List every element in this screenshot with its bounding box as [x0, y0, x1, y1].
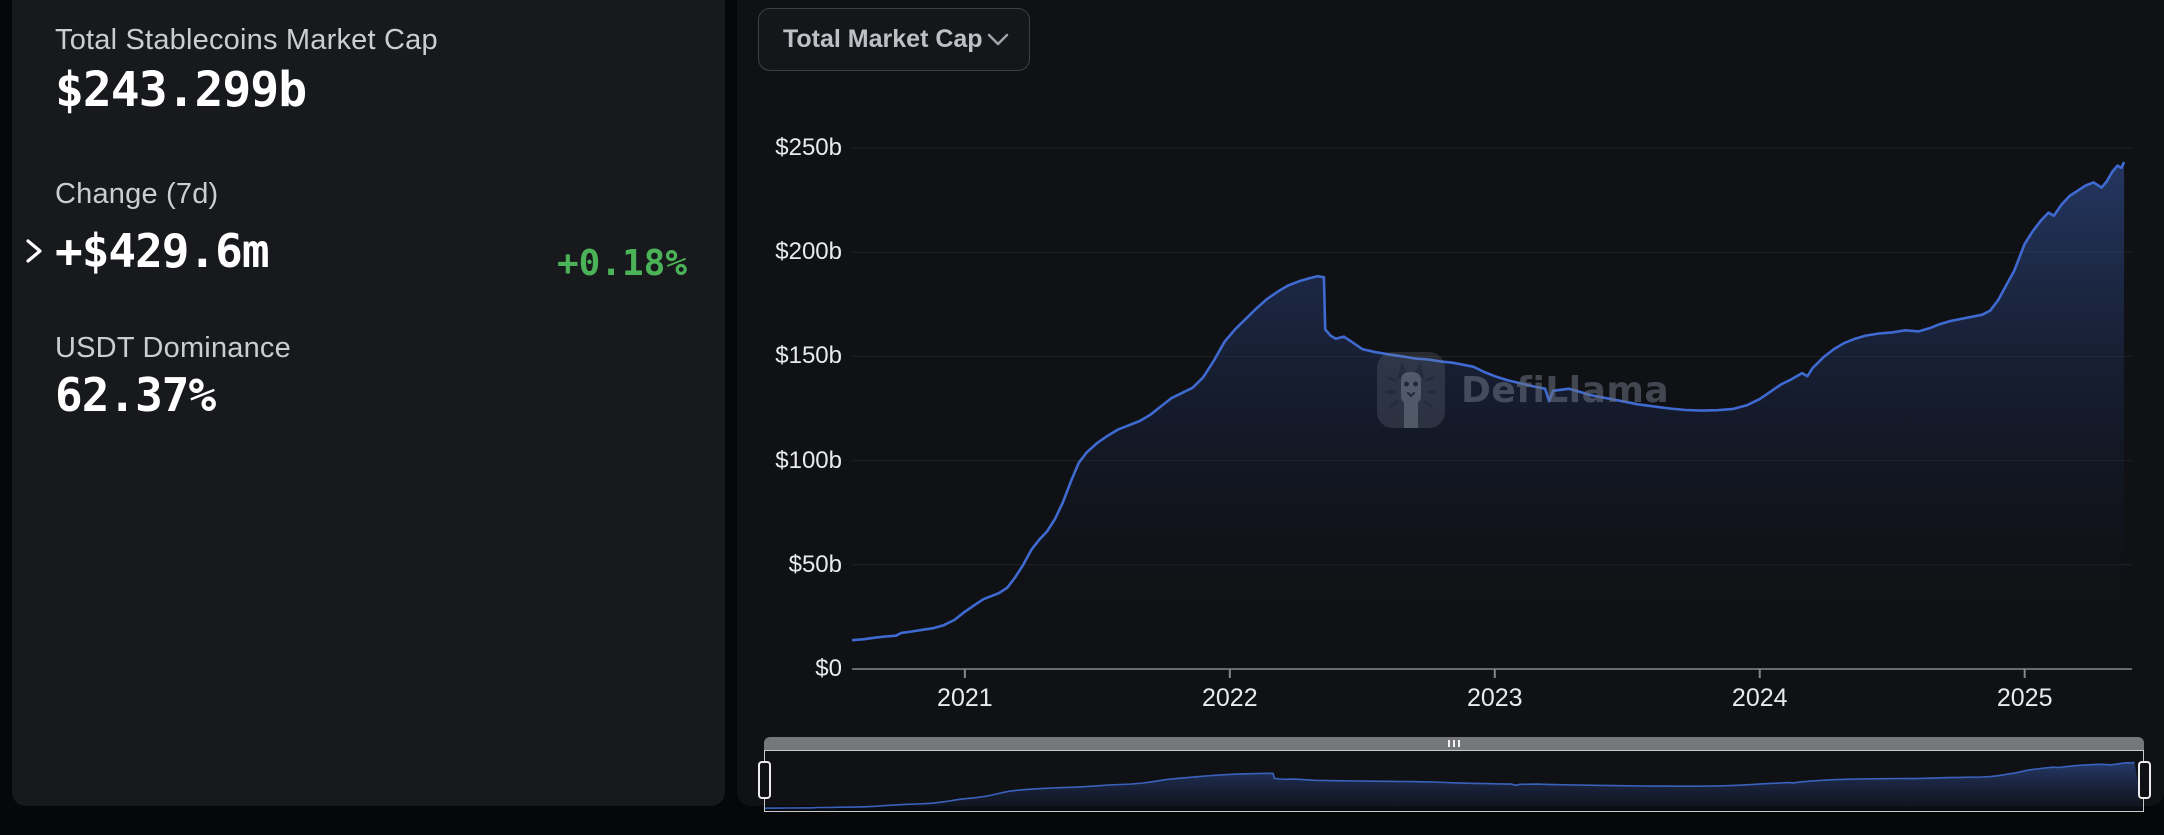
market-cap-chart-panel: Total Market Cap $0 $50b $100b $150b $200b $2… — [737, 0, 2164, 806]
market-cap-label: Total Stablecoins Market Cap — [55, 24, 438, 57]
brush-drag-bar[interactable] — [764, 737, 2144, 750]
x-axis-label: 2024 — [1715, 684, 1805, 713]
brush-handle-left[interactable] — [758, 761, 771, 799]
usdt-dominance-value: 62.37% — [55, 368, 215, 422]
brush-minimap[interactable] — [764, 750, 2144, 812]
brush-grip-icon — [1448, 740, 1460, 747]
brush-handle-right[interactable] — [2138, 761, 2151, 799]
x-axis-label: 2023 — [1450, 684, 1540, 713]
chevron-right-icon[interactable] — [22, 237, 46, 265]
chevron-down-icon — [987, 33, 1009, 46]
axis-line — [852, 669, 2132, 678]
stablecoins-stats-panel: Total Stablecoins Market Cap $243.299b C… — [12, 0, 725, 806]
y-axis-label: $200b — [737, 237, 842, 267]
market-cap-value: $243.299b — [55, 62, 306, 118]
metric-selector-label: Total Market Cap — [783, 25, 987, 54]
area-fill — [852, 162, 2124, 669]
metric-selector-dropdown[interactable]: Total Market Cap — [758, 8, 1030, 71]
x-axis-label: 2021 — [920, 684, 1010, 713]
brush-area-fill — [765, 762, 2143, 811]
y-axis-label: $50b — [737, 550, 842, 580]
y-axis-label: $250b — [737, 133, 842, 163]
usdt-dominance-label: USDT Dominance — [55, 332, 291, 365]
x-axis-label: 2025 — [1980, 684, 2070, 713]
change-7d-label: Change (7d) — [55, 178, 218, 211]
stablecoins-area-chart[interactable] — [852, 135, 2132, 683]
y-axis-label: $150b — [737, 341, 842, 371]
time-range-brush — [764, 737, 2144, 813]
y-axis-label: $100b — [737, 446, 842, 476]
change-7d-percent: +0.18% — [557, 243, 687, 284]
brush-mini-chart — [765, 751, 2143, 811]
x-axis-label: 2022 — [1185, 684, 1275, 713]
y-axis-label: $0 — [737, 654, 842, 684]
change-7d-value: +$429.6m — [55, 224, 269, 278]
